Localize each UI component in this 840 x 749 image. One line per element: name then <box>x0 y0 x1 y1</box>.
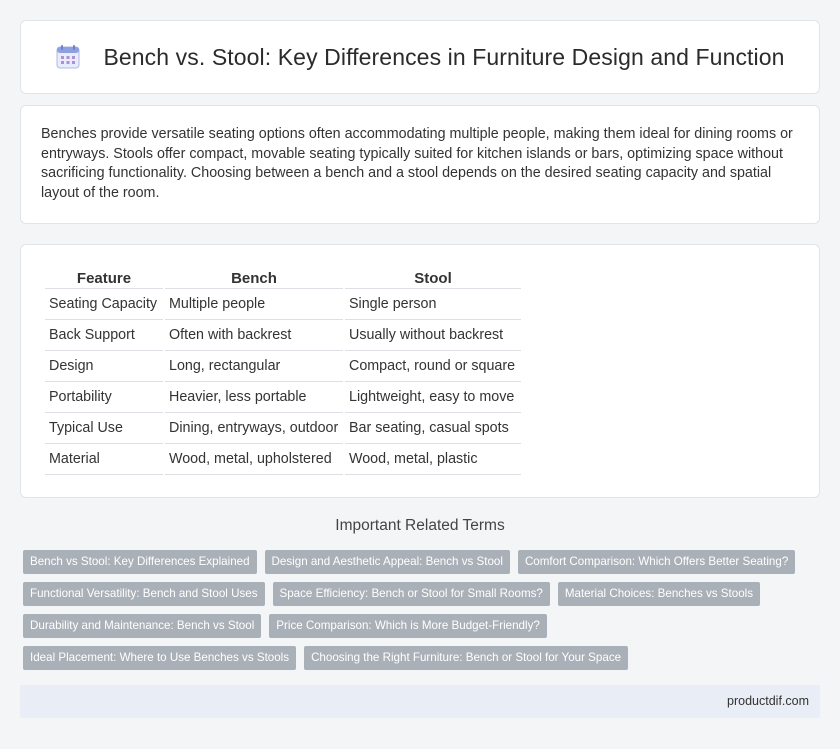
table-cell-feature: Typical Use <box>45 413 163 444</box>
table-cell-feature: Design <box>45 351 163 382</box>
related-term-link[interactable]: Bench vs Stool: Key Differences Explaine… <box>23 550 257 574</box>
calendar-icon <box>56 45 80 69</box>
column-header-bench: Bench <box>165 265 343 289</box>
tag-row: Durability and Maintenance: Bench vs Sto… <box>23 614 823 638</box>
comparison-table: Feature Bench Stool Seating Capacity Mul… <box>43 265 523 475</box>
related-terms-title: Important Related Terms <box>335 517 505 534</box>
tag-row: Ideal Placement: Where to Use Benches vs… <box>23 646 823 670</box>
footer: productdif.com <box>20 685 820 718</box>
table-cell-feature: Portability <box>45 382 163 413</box>
intro-text: Benches provide versatile seating option… <box>41 126 793 201</box>
comparison-card: Feature Bench Stool Seating Capacity Mul… <box>20 244 820 498</box>
tag-row: Bench vs Stool: Key Differences Explaine… <box>23 550 823 574</box>
table-cell-stool: Single person <box>345 289 521 320</box>
related-term-link[interactable]: Ideal Placement: Where to Use Benches vs… <box>23 646 297 670</box>
related-term-link[interactable]: Comfort Comparison: Which Offers Better … <box>517 550 796 574</box>
related-term-link[interactable]: Material Choices: Benches vs Stools <box>557 582 761 606</box>
table-cell-stool: Lightweight, easy to move <box>345 382 521 413</box>
table-header-row: Feature Bench Stool <box>45 265 521 289</box>
table-cell-feature: Material <box>45 444 163 475</box>
table-row: Design Long, rectangular Compact, round … <box>45 351 521 382</box>
table-cell-stool: Bar seating, casual spots <box>345 413 521 444</box>
column-header-stool: Stool <box>345 265 521 289</box>
related-term-link[interactable]: Choosing the Right Furniture: Bench or S… <box>304 646 629 670</box>
column-header-feature: Feature <box>45 265 163 289</box>
related-term-link[interactable]: Design and Aesthetic Appeal: Bench vs St… <box>264 550 510 574</box>
related-terms-list: Bench vs Stool: Key Differences Explaine… <box>23 550 823 678</box>
table-cell-bench: Multiple people <box>165 289 343 320</box>
tag-row: Functional Versatility: Bench and Stool … <box>23 582 823 606</box>
table-row: Seating Capacity Multiple people Single … <box>45 289 521 320</box>
table-cell-feature: Seating Capacity <box>45 289 163 320</box>
table-cell-stool: Wood, metal, plastic <box>345 444 521 475</box>
page-title: Bench vs. Stool: Key Differences in Furn… <box>103 43 785 70</box>
table-cell-bench: Heavier, less portable <box>165 382 343 413</box>
related-term-link[interactable]: Functional Versatility: Bench and Stool … <box>23 582 265 606</box>
footer-site-name[interactable]: productdif.com <box>727 694 809 708</box>
table-cell-feature: Back Support <box>45 320 163 351</box>
table-row: Typical Use Dining, entryways, outdoor B… <box>45 413 521 444</box>
table-row: Portability Heavier, less portable Light… <box>45 382 521 413</box>
table-cell-stool: Usually without backrest <box>345 320 521 351</box>
table-cell-bench: Long, rectangular <box>165 351 343 382</box>
related-term-link[interactable]: Durability and Maintenance: Bench vs Sto… <box>23 614 262 638</box>
table-cell-stool: Compact, round or square <box>345 351 521 382</box>
header-card: Bench vs. Stool: Key Differences in Furn… <box>20 20 820 94</box>
intro-card: Benches provide versatile seating option… <box>20 105 820 224</box>
table-row: Back Support Often with backrest Usually… <box>45 320 521 351</box>
table-row: Material Wood, metal, upholstered Wood, … <box>45 444 521 475</box>
table-cell-bench: Wood, metal, upholstered <box>165 444 343 475</box>
related-term-link[interactable]: Price Comparison: Which is More Budget-F… <box>269 614 547 638</box>
related-term-link[interactable]: Space Efficiency: Bench or Stool for Sma… <box>272 582 550 606</box>
table-cell-bench: Dining, entryways, outdoor <box>165 413 343 444</box>
table-cell-bench: Often with backrest <box>165 320 343 351</box>
